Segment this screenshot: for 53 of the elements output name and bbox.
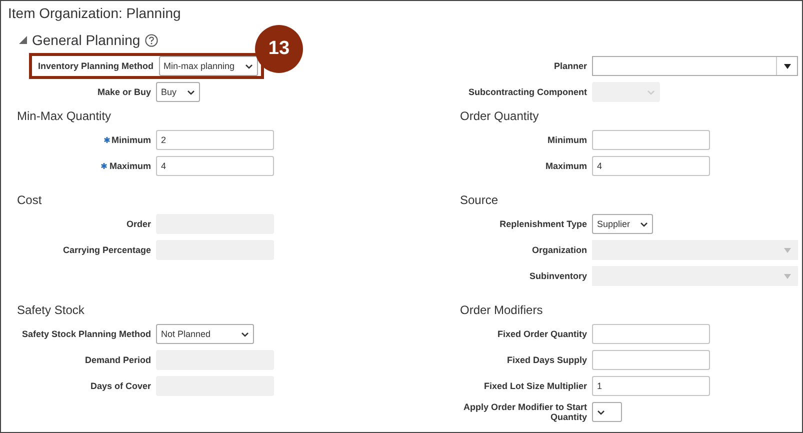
combo-field[interactable] [592, 56, 798, 76]
field-label: Subcontracting Component [468, 86, 587, 98]
section-heading: Order Quantity [460, 109, 539, 123]
chevron-icon [640, 222, 648, 226]
section-heading: Safety Stock [17, 303, 84, 317]
text-field[interactable] [592, 324, 710, 344]
field-label: Replenishment Type [500, 218, 587, 230]
text-field[interactable]: 2 [156, 130, 274, 150]
text-field[interactable] [592, 350, 710, 370]
chevron-icon [186, 90, 195, 94]
section-heading: Source [460, 193, 498, 207]
field-label: Fixed Lot Size Multiplier [484, 380, 587, 392]
field-label: Organization [532, 244, 587, 256]
field-label: Minimum [548, 134, 587, 146]
triangle-icon [784, 248, 790, 252]
chevron-icon [647, 90, 655, 94]
chevron-icon [244, 64, 253, 68]
dropdown-field[interactable]: Min-max planning [158, 56, 258, 76]
section-heading: General Planning [32, 32, 140, 48]
field-label: Make or Buy [97, 86, 151, 98]
dropdown-field[interactable]: Buy [156, 82, 200, 102]
collapse-icon[interactable] [19, 36, 27, 44]
page-title: Item Organization: Planning [8, 5, 181, 21]
field-label: Order [126, 218, 151, 230]
field-label: Apply Order Modifier to Start Quantity [462, 402, 587, 422]
section-heading: Cost [17, 193, 42, 207]
field-label: Safety Stock Planning Method [22, 328, 151, 340]
field-label: Carrying Percentage [62, 244, 151, 256]
text-field[interactable] [592, 130, 710, 150]
field-label: Inventory Planning Method [38, 60, 154, 72]
field-label: Fixed Days Supply [506, 354, 587, 366]
field-label: Maximum [109, 160, 151, 172]
dropdown-field[interactable]: Not Planned [156, 324, 254, 344]
text-field[interactable]: 1 [592, 376, 710, 396]
text-field[interactable]: 4 [592, 156, 710, 176]
text-field[interactable]: 4 [156, 156, 274, 176]
help-icon[interactable] [145, 34, 158, 46]
dropdown-field[interactable] [592, 402, 622, 422]
triangle-icon [784, 274, 790, 278]
section-heading: Order Modifiers [460, 303, 543, 317]
field-label: Days of Cover [90, 380, 151, 392]
section-heading: Min-Max Quantity [17, 109, 112, 123]
field-label: Minimum [112, 134, 151, 146]
field-label: Subinventory [529, 270, 587, 282]
step-badge: 13 [255, 25, 303, 73]
dropdown-field[interactable]: Supplier [592, 214, 654, 234]
chevron-icon [597, 410, 605, 414]
field-label: Fixed Order Quantity [497, 328, 587, 340]
chevron-icon [241, 332, 249, 336]
triangle-icon [784, 64, 790, 68]
field-label: Demand Period [84, 354, 151, 366]
field-label: Maximum [545, 160, 587, 172]
field-label: Planner [554, 60, 587, 72]
